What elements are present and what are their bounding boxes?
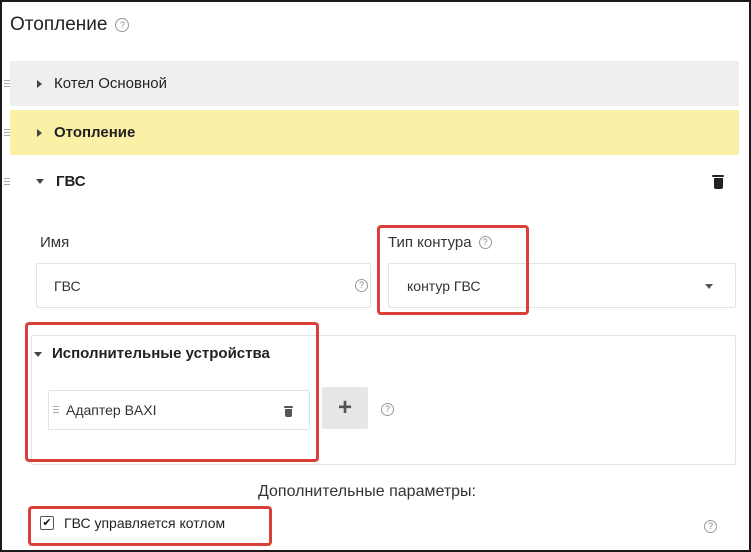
- drag-handle-icon[interactable]: [4, 178, 10, 185]
- circuit-label: ГВС: [56, 173, 86, 190]
- delete-circuit-icon[interactable]: [712, 175, 724, 189]
- collapse-caret-icon[interactable]: [36, 179, 44, 184]
- name-input[interactable]: ГВС ?: [36, 263, 371, 308]
- name-field-label: Имя: [40, 234, 70, 251]
- annotation-box-circuit-type: [377, 225, 529, 315]
- circuit-label: Котел Основной: [54, 75, 167, 92]
- section-header: Отопление ?: [10, 14, 130, 36]
- section-help-icon[interactable]: ?: [115, 18, 130, 32]
- circuit-row-hot-water[interactable]: ГВС: [4, 159, 739, 204]
- dropdown-arrow-icon[interactable]: [705, 284, 713, 289]
- circuit-row-boiler[interactable]: Котел Основной: [4, 61, 739, 106]
- circuit-row-heating[interactable]: Отопление: [4, 110, 739, 155]
- option-help-icon[interactable]: ?: [704, 520, 717, 533]
- annotation-box-actuators: [25, 322, 319, 462]
- annotation-box-option: [28, 506, 272, 546]
- name-help-icon[interactable]: ?: [355, 279, 368, 292]
- actuators-help-icon[interactable]: ?: [381, 403, 394, 416]
- name-input-value: ГВС: [54, 277, 81, 294]
- expand-caret-icon[interactable]: [37, 79, 42, 88]
- drag-handle-icon[interactable]: [4, 129, 10, 136]
- expand-caret-icon[interactable]: [37, 128, 42, 137]
- add-actuator-button[interactable]: +: [322, 387, 368, 429]
- circuit-label: Отопление: [54, 124, 136, 141]
- extra-params-title: Дополнительные параметры:: [258, 483, 476, 500]
- section-title: Отопление: [10, 14, 108, 35]
- drag-handle-icon[interactable]: [4, 80, 10, 87]
